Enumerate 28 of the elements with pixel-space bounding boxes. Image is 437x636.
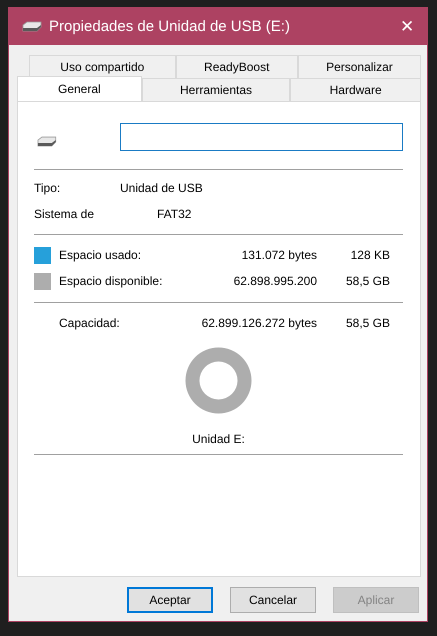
window-title: Propiedades de Unidad de USB (E:) (49, 18, 291, 35)
capacity-bytes: 62.899.126.272 bytes (200, 316, 317, 330)
close-button[interactable]: ✕ (387, 8, 427, 45)
tab[interactable]: Uso compartido (29, 55, 176, 78)
capacity-size: 58,5 GB (344, 316, 390, 330)
disk-usage-ring (186, 347, 252, 413)
property-label: Sistema de (34, 207, 96, 221)
dialog-button[interactable]: Cancelar (230, 587, 316, 613)
usb-drive-icon (21, 20, 43, 32)
space-bytes: 62.898.995.200 (232, 274, 317, 288)
tab[interactable]: Personalizar (298, 55, 421, 78)
property-label: Tipo: (34, 181, 62, 195)
space-bytes: 131.072 bytes (240, 248, 317, 262)
usb-drive-icon (36, 136, 58, 148)
space-size: 128 KB (350, 248, 390, 262)
space-label: Espacio disponible: (59, 274, 164, 288)
dialog-button[interactable]: Aceptar (127, 587, 213, 613)
space-label: Espacio usado: (59, 248, 142, 262)
capacity-label: Capacidad: (59, 316, 121, 330)
tab[interactable]: Herramientas (142, 78, 290, 101)
space-size: 58,5 GB (344, 274, 390, 288)
property-value: Unidad de USB (120, 181, 204, 195)
property-value: FAT32 (157, 207, 192, 221)
tab[interactable]: ReadyBoost (176, 55, 298, 78)
tab[interactable]: Hardware (290, 78, 421, 101)
drive-label: Unidad E: (191, 431, 246, 448)
name-field[interactable] (120, 122, 403, 150)
tab[interactable]: General (17, 76, 142, 101)
